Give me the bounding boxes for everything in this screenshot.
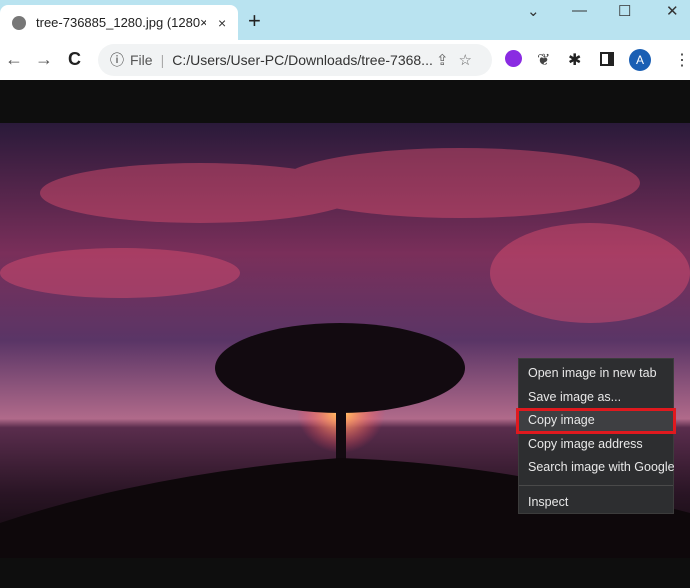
close-window-button[interactable]: ✕: [666, 2, 679, 20]
menu-divider: [519, 484, 673, 486]
divider: |: [160, 52, 165, 68]
menu-search-image-google[interactable]: Search image with Google: [519, 456, 675, 480]
browser-tab[interactable]: tree-736885_1280.jpg (1280×797) ×: [0, 5, 238, 40]
tab-title: tree-736885_1280.jpg (1280×797): [36, 15, 206, 30]
avatar[interactable]: A: [629, 49, 651, 71]
title-bar: tree-736885_1280.jpg (1280×797) × + ⌄ — …: [0, 0, 690, 40]
tab-search-button[interactable]: ⌄: [527, 2, 540, 20]
share-icon[interactable]: ⇪: [436, 52, 459, 69]
address-bar[interactable]: ⓘ File | C:/Users/User-PC/Downloads/tree…: [98, 44, 492, 76]
back-button[interactable]: ←: [5, 49, 23, 70]
info-icon[interactable]: ⓘ: [110, 50, 124, 70]
globe-icon: [12, 15, 26, 30]
puzzle-icon[interactable]: ✱: [568, 50, 581, 70]
menu-open-image-new-tab[interactable]: Open image in new tab: [519, 362, 673, 386]
menu-button[interactable]: ⋮: [674, 50, 690, 70]
menu-copy-image-address[interactable]: Copy image address: [519, 433, 673, 457]
tab-close-button[interactable]: ×: [218, 15, 226, 31]
reload-button[interactable]: C: [68, 49, 81, 70]
menu-inspect[interactable]: Inspect: [519, 491, 673, 515]
menu-save-image-as[interactable]: Save image as...: [519, 386, 673, 410]
bookmark-star-icon[interactable]: ☆: [459, 52, 482, 69]
extension-icon[interactable]: ❦: [537, 50, 550, 70]
maximize-button[interactable]: ☐: [618, 2, 631, 20]
new-tab-button[interactable]: +: [248, 8, 261, 34]
side-panel-icon[interactable]: [600, 52, 614, 66]
menu-copy-image[interactable]: Copy image: [516, 408, 676, 434]
scheme-label: File: [130, 52, 153, 68]
toolbar: ← → C ⓘ File | C:/Users/User-PC/Download…: [0, 40, 690, 80]
forward-button[interactable]: →: [35, 49, 53, 70]
minimize-button[interactable]: —: [572, 2, 587, 19]
extension-play-icon[interactable]: [505, 50, 522, 67]
context-menu: Open image in new tab Save image as... C…: [516, 358, 676, 515]
url-text[interactable]: C:/Users/User-PC/Downloads/tree-7368...: [172, 52, 433, 68]
